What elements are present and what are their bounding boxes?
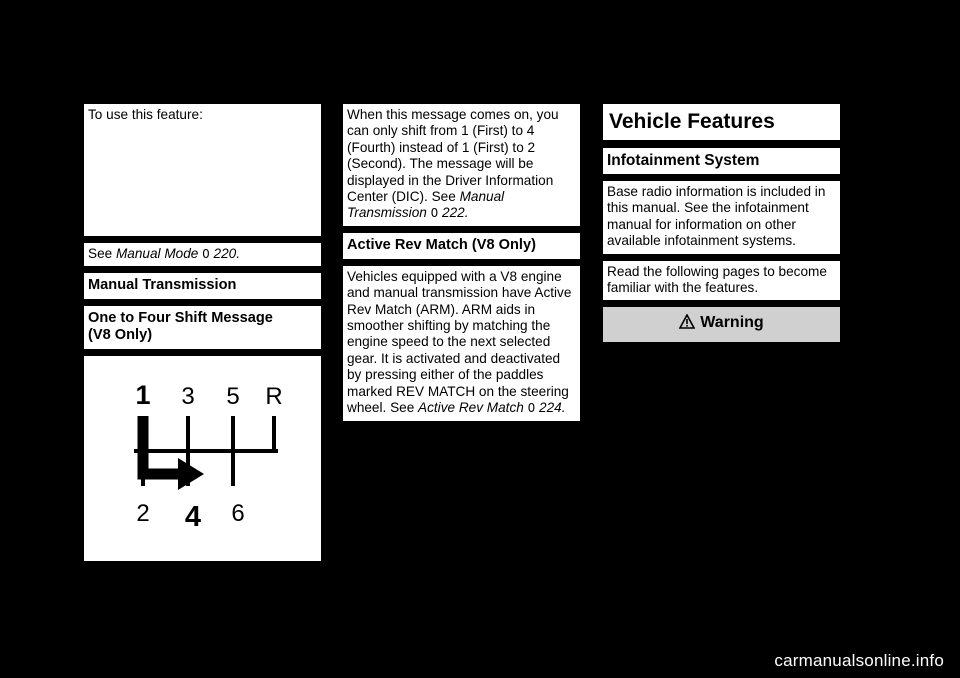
column-right: Vehicle Features Infotainment System Bas… (603, 104, 840, 349)
see-manual-mode-reference: See Manual Mode 0 220. (84, 243, 321, 267)
manual-mode-page: 220. (209, 246, 240, 261)
warning-triangle-icon (678, 313, 696, 335)
heading-manual-transmission: Manual Transmission (84, 273, 321, 300)
heading-active-rev-match: Active Rev Match (V8 Only) (343, 232, 580, 259)
warning-label: Warning (700, 314, 764, 332)
active-rev-match-text: Vehicles equipped with a V8 engine and m… (347, 268, 572, 416)
svg-text:3: 3 (181, 383, 194, 410)
column-left: To use this feature: See Manual Mode 0 2… (84, 104, 321, 568)
one-to-four-message-text: When this message comes on, you can only… (347, 107, 559, 205)
svg-text:2: 2 (136, 500, 149, 527)
infotainment-paragraph-1-text: Base radio information is included in th… (607, 184, 826, 249)
svg-text:5: 5 (226, 383, 239, 410)
manual-mode-italic: Manual Mode (115, 246, 199, 261)
section-title-infotainment-system: Infotainment System (603, 148, 840, 174)
shift-pattern-image: 1 3 5 R 2 4 6 (84, 356, 321, 562)
svg-text:1: 1 (135, 380, 150, 410)
chapter-title-vehicle-features: Vehicle Features (603, 104, 840, 140)
one-to-four-message-paragraph: When this message comes on, you can only… (343, 104, 580, 226)
heading-one-to-four-shift-message: One to Four Shift Message (V8 Only) (84, 306, 321, 350)
column-middle: When this message comes on, you can only… (343, 104, 580, 428)
page-reference-marker-icon: 0 (202, 247, 210, 261)
infotainment-paragraph-2: Read the following pages to become famil… (603, 260, 840, 301)
active-rev-match-paragraph: Vehicles equipped with a V8 engine and m… (343, 265, 580, 421)
svg-text:4: 4 (185, 501, 201, 533)
footer-watermark: carmanualsonline.info (774, 651, 944, 670)
svg-text:R: R (265, 383, 282, 410)
infotainment-paragraph-1: Base radio information is included in th… (603, 181, 840, 254)
warning-box: Warning (603, 307, 840, 343)
six-speed-shift-pattern-diagram: 1 3 5 R 2 4 6 (134, 380, 283, 533)
to-use-this-feature-block: To use this feature: (84, 104, 321, 236)
see-lead-text: See (88, 246, 116, 261)
svg-text:6: 6 (231, 500, 244, 527)
to-use-this-feature-text: To use this feature: (88, 107, 203, 122)
manual-page: To use this feature: See Manual Mode 0 2… (0, 0, 960, 678)
manual-transmission-page: 222. (438, 205, 469, 221)
active-rev-match-italic: Active Rev Match (418, 400, 524, 416)
active-rev-match-page: 224. (535, 400, 566, 416)
infotainment-paragraph-2-text: Read the following pages to become famil… (607, 263, 827, 296)
